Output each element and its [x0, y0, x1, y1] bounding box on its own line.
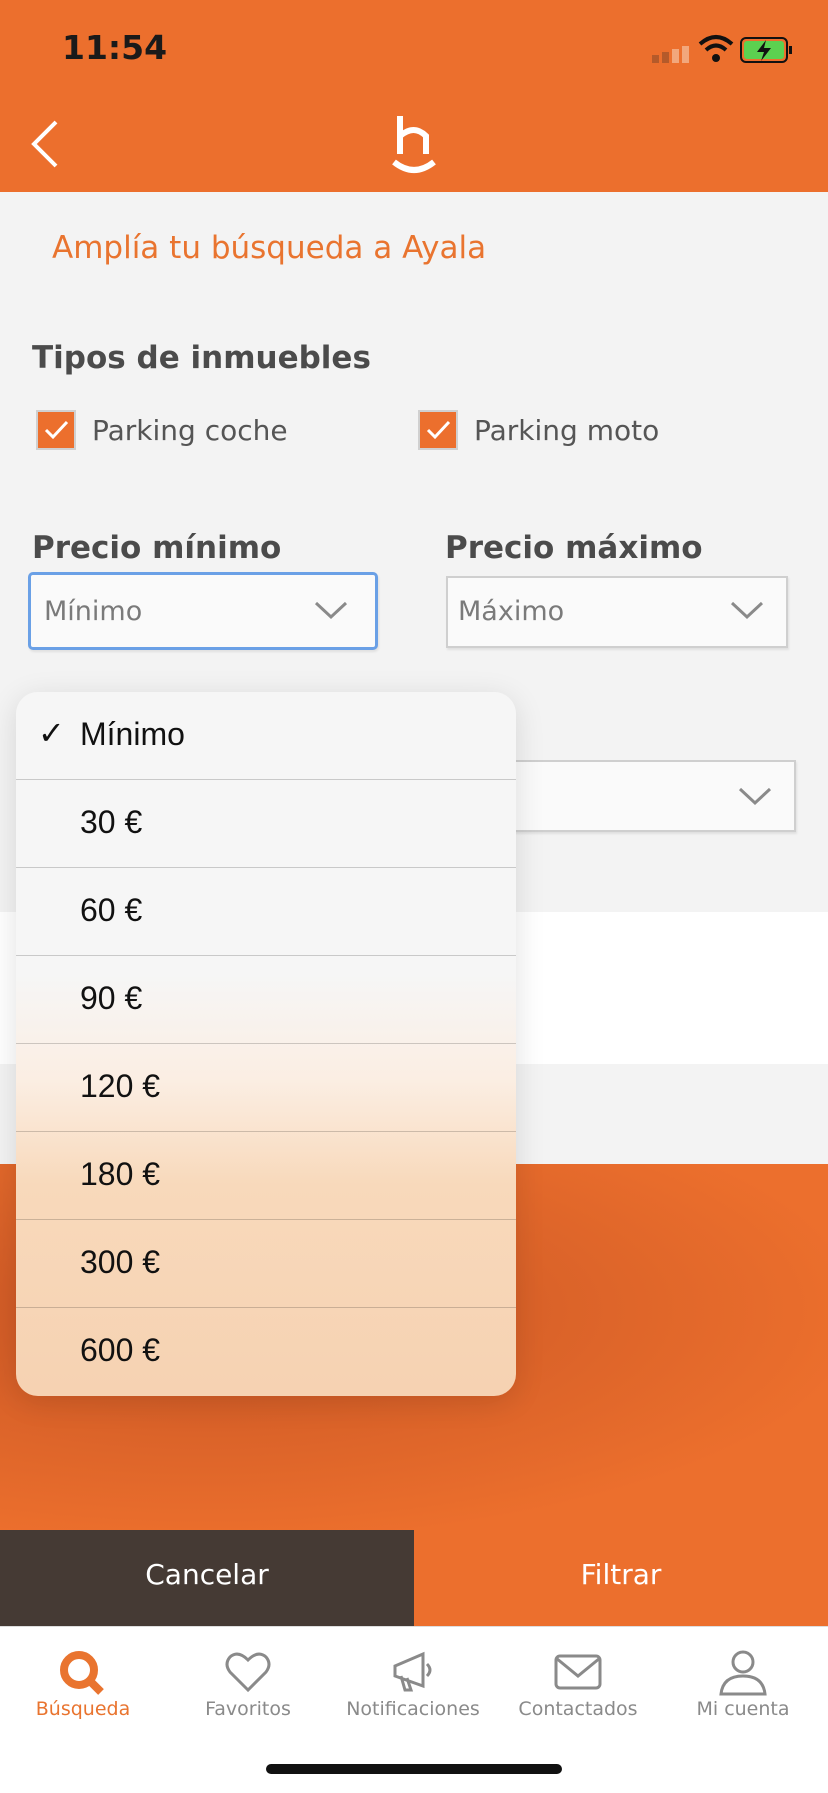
- checkmark-icon: [44, 420, 69, 440]
- tab-label: Contactados: [518, 1698, 638, 1720]
- search-icon: [60, 1651, 104, 1695]
- dropdown-option[interactable]: 90 €: [16, 956, 516, 1044]
- dropdown-option[interactable]: 600 €: [16, 1308, 516, 1396]
- checkmark-icon: [426, 420, 451, 440]
- dropdown-option[interactable]: 300 €: [16, 1220, 516, 1308]
- price-dropdown: ✓ Mínimo 30 € 60 € 90 € 120 € 180 € 300 …: [16, 692, 516, 1396]
- expand-search-link[interactable]: Amplía tu búsqueda a Ayala: [52, 230, 486, 266]
- car-parking-label: Parking coche: [92, 414, 288, 447]
- wifi-icon: [698, 35, 734, 62]
- dropdown-option[interactable]: 120 €: [16, 1044, 516, 1132]
- option-label: 120 €: [80, 1068, 161, 1104]
- h-smile-logo-icon: [392, 116, 436, 173]
- filter-label: Filtrar: [580, 1558, 662, 1591]
- option-label: 30 €: [80, 804, 143, 840]
- mail-icon: [554, 1654, 602, 1690]
- tab-account[interactable]: Mi cuenta: [660, 1648, 826, 1738]
- selected-check-icon: ✓: [38, 714, 65, 752]
- option-label: 300 €: [80, 1244, 161, 1280]
- home-indicator: [266, 1764, 562, 1774]
- tab-notifications[interactable]: Notificaciones: [330, 1648, 496, 1738]
- battery-charging-icon: [740, 37, 792, 63]
- tab-label: Notificaciones: [346, 1698, 480, 1720]
- max-price-title: Precio máximo: [445, 530, 703, 566]
- moto-parking-label: Parking moto: [474, 414, 660, 447]
- min-price-title: Precio mínimo: [32, 530, 282, 566]
- car-parking-checkbox[interactable]: [36, 410, 76, 450]
- cancel-label: Cancelar: [145, 1558, 269, 1591]
- tab-search[interactable]: Búsqueda: [0, 1648, 166, 1738]
- chevron-down-icon: [738, 787, 772, 806]
- tab-label: Favoritos: [205, 1698, 291, 1720]
- cancel-button[interactable]: Cancelar: [0, 1530, 414, 1626]
- megaphone-icon: [393, 1651, 432, 1692]
- option-label: 180 €: [80, 1156, 161, 1192]
- dropdown-option[interactable]: 180 €: [16, 1132, 516, 1220]
- tab-favorites[interactable]: Favoritos: [165, 1648, 331, 1738]
- dropdown-option[interactable]: 30 €: [16, 780, 516, 868]
- max-price-value: Máximo: [458, 596, 565, 627]
- tab-label: Búsqueda: [35, 1698, 131, 1720]
- status-time: 11:54: [62, 28, 168, 67]
- option-label: Mínimo: [80, 716, 185, 752]
- min-price-value: Mínimo: [44, 596, 143, 627]
- property-types-title: Tipos de inmuebles: [32, 340, 371, 376]
- cellular-signal-icon: [652, 46, 689, 63]
- heart-icon: [225, 1652, 271, 1693]
- option-label: 90 €: [80, 980, 143, 1016]
- filter-button[interactable]: Filtrar: [414, 1530, 828, 1626]
- back-button[interactable]: [28, 118, 62, 170]
- chevron-down-icon: [314, 601, 348, 620]
- user-icon: [719, 1650, 767, 1696]
- moto-parking-checkbox[interactable]: [418, 410, 458, 450]
- option-label: 600 €: [80, 1332, 161, 1368]
- tab-label: Mi cuenta: [696, 1698, 790, 1720]
- tab-contacted[interactable]: Contactados: [495, 1648, 661, 1738]
- option-label: 60 €: [80, 892, 143, 928]
- chevron-down-icon: [730, 601, 764, 620]
- dropdown-option[interactable]: ✓ Mínimo: [16, 692, 516, 780]
- dropdown-option[interactable]: 60 €: [16, 868, 516, 956]
